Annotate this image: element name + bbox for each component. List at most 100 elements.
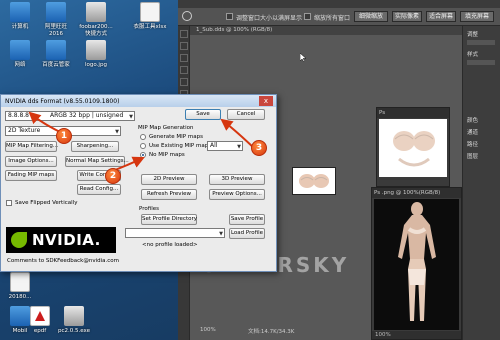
panel-tab-color[interactable]: 颜色: [467, 116, 478, 124]
spreadsheet-icon: [140, 2, 160, 22]
foobar-icon: [86, 2, 106, 22]
lasso-tool-icon[interactable]: [180, 54, 188, 62]
mip-map-filtering-button[interactable]: MIP Map Filtering...: [5, 141, 58, 152]
step-2-marker: 2: [105, 168, 121, 184]
panel-tab-channels[interactable]: 通道: [467, 128, 478, 136]
ps-menubar: [178, 0, 500, 8]
small-window-title: Ps: [377, 108, 449, 118]
nvidia-eye-icon: [11, 232, 27, 248]
desktop-icon-spreadsheet[interactable]: 衣服工具xlsx: [128, 2, 172, 31]
document-tab[interactable]: 1_Sub.dds @ 100% (RGB/8): [196, 27, 272, 33]
brush-tool-icon[interactable]: [180, 78, 188, 86]
status-doc-size: 文档:14.7K/34.3K: [248, 329, 295, 335]
cancel-button[interactable]: Cancel: [227, 109, 265, 120]
use-existing-mip-radio[interactable]: [140, 143, 146, 149]
document-tab-bar: 1_Sub.dds @ 100% (RGB/8): [190, 26, 462, 35]
actual-pixels-button[interactable]: 实际像素: [392, 11, 422, 22]
panel-strip: [467, 40, 495, 45]
format-value: 8.8.8.8: [8, 112, 29, 119]
3d-preview-button[interactable]: 3D Preview: [209, 174, 265, 185]
no-mip-maps-radio[interactable]: [140, 152, 146, 158]
texture-thumbnail: [292, 167, 336, 195]
save-flipped-label: Save Flipped Vertically: [15, 200, 78, 206]
nvidia-wordmark: NVIDIA.: [32, 231, 101, 249]
desktop-icon-computer[interactable]: 计算机: [2, 2, 38, 31]
desktop-icon-exe[interactable]: pc2.0.5.exe: [52, 306, 96, 335]
large-window-image: [374, 199, 459, 330]
exe-icon: [64, 306, 84, 326]
fill-screen-button[interactable]: 填充屏幕: [460, 11, 494, 22]
zoom-all-label: 缩放所有窗口: [314, 15, 351, 22]
chevron-down-icon: ▼: [115, 129, 119, 135]
2d-preview-button[interactable]: 2D Preview: [141, 174, 197, 185]
image-options-button[interactable]: Image Options...: [5, 156, 57, 167]
profiles-label: Profiles: [139, 206, 159, 212]
texture-type-value: 2D Texture: [8, 127, 41, 134]
preview-options-button[interactable]: Preview Options...: [209, 189, 265, 200]
chevron-down-icon: ▼: [129, 114, 133, 120]
read-config-button[interactable]: Read Config...: [77, 184, 121, 195]
desktop-icon-logo[interactable]: logo.jpg: [78, 40, 114, 69]
network-icon: [10, 40, 30, 60]
panel-tab-adjustments[interactable]: 调整: [467, 30, 478, 38]
resize-windows-checkbox[interactable]: [226, 13, 233, 20]
ps-status-bar: 100% 文档:14.7K/34.3K: [190, 327, 462, 336]
zoom-tool-icon[interactable]: [182, 11, 192, 21]
save-button[interactable]: Save: [185, 109, 221, 120]
panel-tab-styles[interactable]: 样式: [467, 50, 478, 58]
aliwangwang-icon: [46, 2, 66, 22]
crop-tool-icon[interactable]: [180, 66, 188, 74]
refresh-preview-button[interactable]: Refresh Preview: [141, 189, 197, 200]
large-window-title: Ps .png @ 100%(RGB/8): [372, 188, 461, 198]
marquee-tool-icon[interactable]: [180, 42, 188, 50]
fit-screen-button[interactable]: 适合屏幕: [426, 11, 456, 22]
small-document-window[interactable]: Ps: [376, 107, 450, 187]
desktop-icon-file[interactable]: 20180...: [2, 272, 38, 301]
mip-count-value: All: [210, 142, 218, 149]
large-document-window[interactable]: Ps .png @ 100%(RGB/8) 100%: [371, 187, 462, 340]
nvidia-logo: NVIDIA.: [6, 227, 116, 253]
desktop-icon-foobar[interactable]: foobar200... 快捷方式: [78, 2, 114, 38]
computer-icon: [10, 2, 30, 22]
close-icon[interactable]: x: [259, 96, 273, 106]
generate-mip-radio[interactable]: [140, 134, 146, 140]
load-profile-button[interactable]: Load Profile: [229, 228, 265, 239]
resize-windows-label: 调整窗口大小以满屏显示: [236, 15, 303, 22]
sharpening-button[interactable]: Sharpening...: [71, 141, 119, 152]
chevron-down-icon: ▼: [219, 231, 223, 237]
scrubby-zoom-button[interactable]: 细微缩放: [354, 11, 388, 22]
dialog-title: NVIDIA dds Format (v8.55.0109.1800): [5, 98, 120, 105]
move-tool-icon[interactable]: [180, 30, 188, 38]
desktop-icon-network[interactable]: 网络: [2, 40, 38, 69]
mip-group-label: MIP Map Generation: [138, 125, 194, 131]
zoom-all-checkbox[interactable]: [304, 13, 311, 20]
fading-mip-maps-button[interactable]: Fading MIP maps: [5, 170, 57, 181]
mip-count-select[interactable]: All ▼: [207, 141, 243, 151]
chevron-down-icon: ▼: [237, 144, 241, 150]
image-file-icon: [86, 40, 106, 60]
panel-tab-layers[interactable]: 图层: [467, 152, 478, 160]
baidu-cloud-icon: [46, 40, 66, 60]
format-description: ARGB 32 bpp | unsigned: [50, 112, 124, 119]
ps-right-panel: 调整 样式 颜色 通道 路径 图层: [462, 26, 500, 340]
feedback-text: Comments to SDKFeedback@nvidia.com: [7, 258, 120, 264]
normal-map-settings-button[interactable]: Normal Map Settings...: [65, 156, 129, 167]
nvidia-dds-dialog: NVIDIA dds Format (v8.55.0109.1800) x 8.…: [0, 94, 277, 272]
small-window-image: [379, 119, 447, 177]
format-select[interactable]: 8.8.8.8 ARGB 32 bpp | unsigned ▼: [5, 111, 135, 121]
ps-options-bar: 调整窗口大小以满屏显示 缩放所有窗口 细微缩放 实际像素 适合屏幕 填充屏幕: [178, 8, 500, 26]
profile-select[interactable]: ▼: [125, 228, 225, 238]
set-profile-directory-button[interactable]: Set Profile Directory: [141, 214, 197, 225]
panel-tab-paths[interactable]: 路径: [467, 140, 478, 148]
step-3-marker: 3: [251, 140, 267, 156]
save-flipped-checkbox[interactable]: [6, 200, 12, 206]
panel-strip: [467, 60, 495, 65]
profile-status: <no profile loaded>: [142, 242, 198, 248]
save-profile-button[interactable]: Save Profile: [229, 214, 265, 225]
use-existing-mip-label: Use Existing MIP maps: [149, 143, 212, 149]
dialog-titlebar[interactable]: NVIDIA dds Format (v8.55.0109.1800) x: [1, 95, 276, 107]
pdf-icon: [30, 306, 50, 326]
desktop-icon-baidu[interactable]: 百度云管家: [38, 40, 74, 69]
no-mip-maps-label: No MIP maps: [149, 152, 185, 158]
desktop-icon-aliwangwang[interactable]: 阿里旺旺 2016: [38, 2, 74, 38]
